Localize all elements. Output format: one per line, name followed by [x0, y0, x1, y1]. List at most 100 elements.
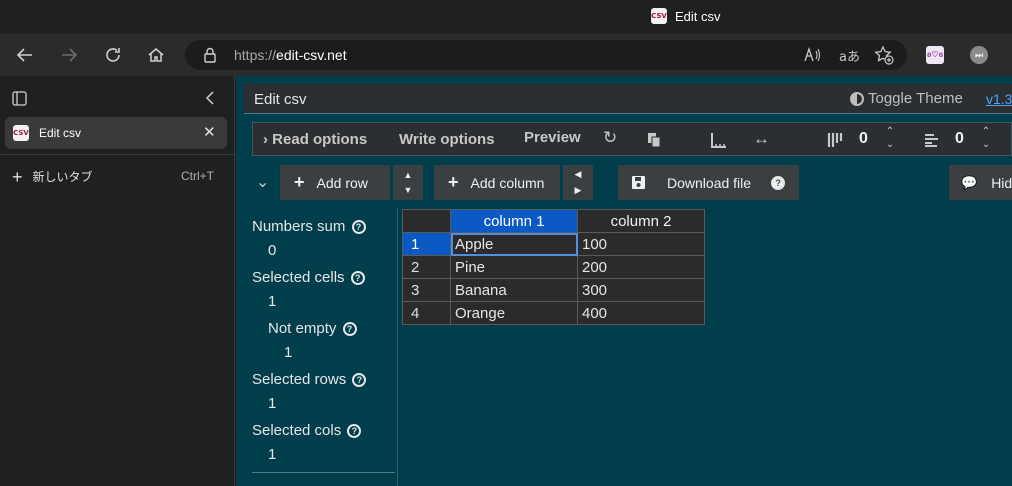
- table-cell[interactable]: Orange: [450, 301, 578, 325]
- csv-data-grid: column 1 column 2 1 Apple 100 2 Pine 200…: [402, 209, 705, 325]
- add-row-position-toggle[interactable]: ▲ ▼: [393, 165, 423, 200]
- selected-cells-value: 1: [268, 293, 277, 310]
- plus-icon: +: [12, 166, 23, 187]
- refresh-button[interactable]: [100, 42, 126, 68]
- grid-corner[interactable]: [402, 209, 451, 233]
- row-header[interactable]: 2: [402, 255, 451, 279]
- add-column-button[interactable]: + Add column: [434, 165, 560, 200]
- lock-icon: [204, 47, 216, 63]
- download-file-button[interactable]: Download file ?: [618, 165, 799, 200]
- url-host: edit-csv.net: [276, 47, 347, 63]
- help-icon[interactable]: ?: [351, 220, 366, 235]
- table-cell[interactable]: 300: [577, 278, 705, 302]
- fixed-rows-value: 0: [955, 130, 964, 147]
- forward-button[interactable]: [56, 42, 82, 68]
- chevron-down-icon[interactable]: ⌄: [980, 138, 992, 151]
- reset-icon[interactable]: ↻: [603, 128, 617, 148]
- plus-icon: +: [294, 172, 305, 192]
- csv-favicon-icon: CSV: [13, 125, 29, 141]
- new-tab-shortcut: Ctrl+T: [181, 169, 214, 183]
- version-link[interactable]: v1.3: [986, 91, 1012, 107]
- help-icon[interactable]: ?: [350, 271, 365, 286]
- save-icon: [632, 176, 645, 189]
- triangle-down-icon[interactable]: ▼: [404, 185, 413, 195]
- browser-navbar: https://edit-csv.net aあ ʚ♡ɞ ⏭: [0, 34, 1012, 76]
- url-text[interactable]: https://edit-csv.net: [234, 47, 347, 63]
- triangle-right-icon[interactable]: ▶: [575, 185, 582, 196]
- extension-icon[interactable]: ʚ♡ɞ: [926, 46, 944, 64]
- theme-icon: [850, 91, 864, 106]
- tab-edit-csv[interactable]: CSV Edit csv ✕: [5, 117, 227, 149]
- close-tab-icon[interactable]: ✕: [203, 123, 216, 141]
- table-cell[interactable]: 400: [577, 301, 705, 325]
- row-header[interactable]: 3: [402, 278, 451, 302]
- numbers-sum-label: Numbers sum ?: [252, 218, 366, 235]
- stats-divider: [252, 472, 395, 473]
- read-options-label: Read options: [272, 131, 368, 148]
- row-header[interactable]: 4: [402, 301, 451, 325]
- home-icon: [148, 48, 164, 62]
- address-bar[interactable]: https://edit-csv.net aあ: [185, 40, 907, 70]
- hide-label: Hid: [991, 174, 1012, 191]
- preview-label[interactable]: Preview: [524, 129, 581, 146]
- triangle-left-icon[interactable]: ◀: [575, 169, 582, 180]
- copy-icon[interactable]: [647, 132, 661, 148]
- selected-cols-label: Selected cols ?: [252, 422, 362, 439]
- url-protocol: https://: [234, 47, 277, 63]
- fixed-rows-stepper[interactable]: ⌃ ⌄: [980, 125, 992, 151]
- arrow-right-icon: [62, 48, 78, 62]
- row-header[interactable]: 1: [402, 232, 451, 256]
- translate-icon[interactable]: aあ: [839, 46, 860, 65]
- home-button[interactable]: [143, 42, 169, 68]
- fixed-columns-stepper[interactable]: ⌃ ⌄: [884, 125, 896, 151]
- not-empty-value: 1: [284, 344, 293, 361]
- table-cell[interactable]: 200: [577, 255, 705, 279]
- header-row: column 1 column 2: [402, 209, 705, 233]
- table-cell[interactable]: Pine: [450, 255, 578, 279]
- selected-rows-value: 1: [268, 395, 277, 412]
- table-cell[interactable]: Apple: [450, 232, 578, 256]
- add-row-button[interactable]: + Add row: [280, 165, 390, 200]
- read-aloud-icon[interactable]: [804, 47, 822, 63]
- toggle-theme-button[interactable]: Toggle Theme: [850, 90, 963, 107]
- table-cell[interactable]: Banana: [450, 278, 578, 302]
- selected-cols-value: 1: [268, 446, 277, 463]
- column-header[interactable]: column 2: [577, 209, 705, 233]
- add-column-position-toggle[interactable]: ◀ ▶: [563, 165, 593, 200]
- collapse-stats-icon[interactable]: ⌄: [256, 172, 269, 192]
- column-header[interactable]: column 1: [450, 209, 578, 233]
- favorite-add-icon[interactable]: [874, 45, 894, 65]
- app-header: Edit csv Toggle Theme v1.3: [244, 84, 1012, 114]
- tab-actions-icon[interactable]: [12, 91, 27, 106]
- ruler-icon[interactable]: [711, 132, 727, 148]
- write-options-label[interactable]: Write options: [399, 131, 495, 148]
- refresh-icon: [106, 48, 120, 62]
- window-title-group: CSV Edit csv: [651, 8, 721, 24]
- selected-cells-label: Selected cells ?: [252, 269, 365, 286]
- help-icon[interactable]: ?: [347, 424, 362, 439]
- add-row-label: Add row: [316, 174, 368, 191]
- fixed-columns-value: 0: [859, 130, 868, 147]
- chevron-up-icon[interactable]: ⌃: [980, 125, 992, 138]
- chevron-down-icon[interactable]: ⌄: [884, 138, 896, 151]
- page-content: Edit csv Toggle Theme v1.3 › Read option…: [236, 76, 1012, 486]
- profile-avatar-icon[interactable]: ⏭: [970, 46, 988, 64]
- chevron-up-icon[interactable]: ⌃: [884, 125, 896, 138]
- table-row: 1 Apple 100: [402, 232, 705, 256]
- hide-button[interactable]: 💬 Hid: [949, 165, 1012, 200]
- window-titlebar: CSV Edit csv: [0, 0, 1012, 34]
- tab-label: Edit csv: [39, 126, 82, 140]
- triangle-up-icon[interactable]: ▲: [404, 170, 413, 180]
- read-options-toggle[interactable]: › Read options: [263, 131, 367, 148]
- new-tab-button[interactable]: + 新しいタブ: [12, 166, 93, 187]
- help-icon[interactable]: ?: [342, 322, 357, 337]
- help-icon[interactable]: ?: [352, 373, 367, 388]
- collapse-sidebar-icon[interactable]: [204, 91, 216, 105]
- fixed-columns-icon: [827, 133, 843, 147]
- resize-horizontal-icon[interactable]: ↔: [753, 129, 770, 149]
- help-icon[interactable]: ?: [771, 175, 786, 190]
- table-cell[interactable]: 100: [577, 232, 705, 256]
- download-file-label: Download file: [667, 174, 752, 191]
- window-title: Edit csv: [675, 8, 721, 24]
- back-button[interactable]: [12, 42, 38, 68]
